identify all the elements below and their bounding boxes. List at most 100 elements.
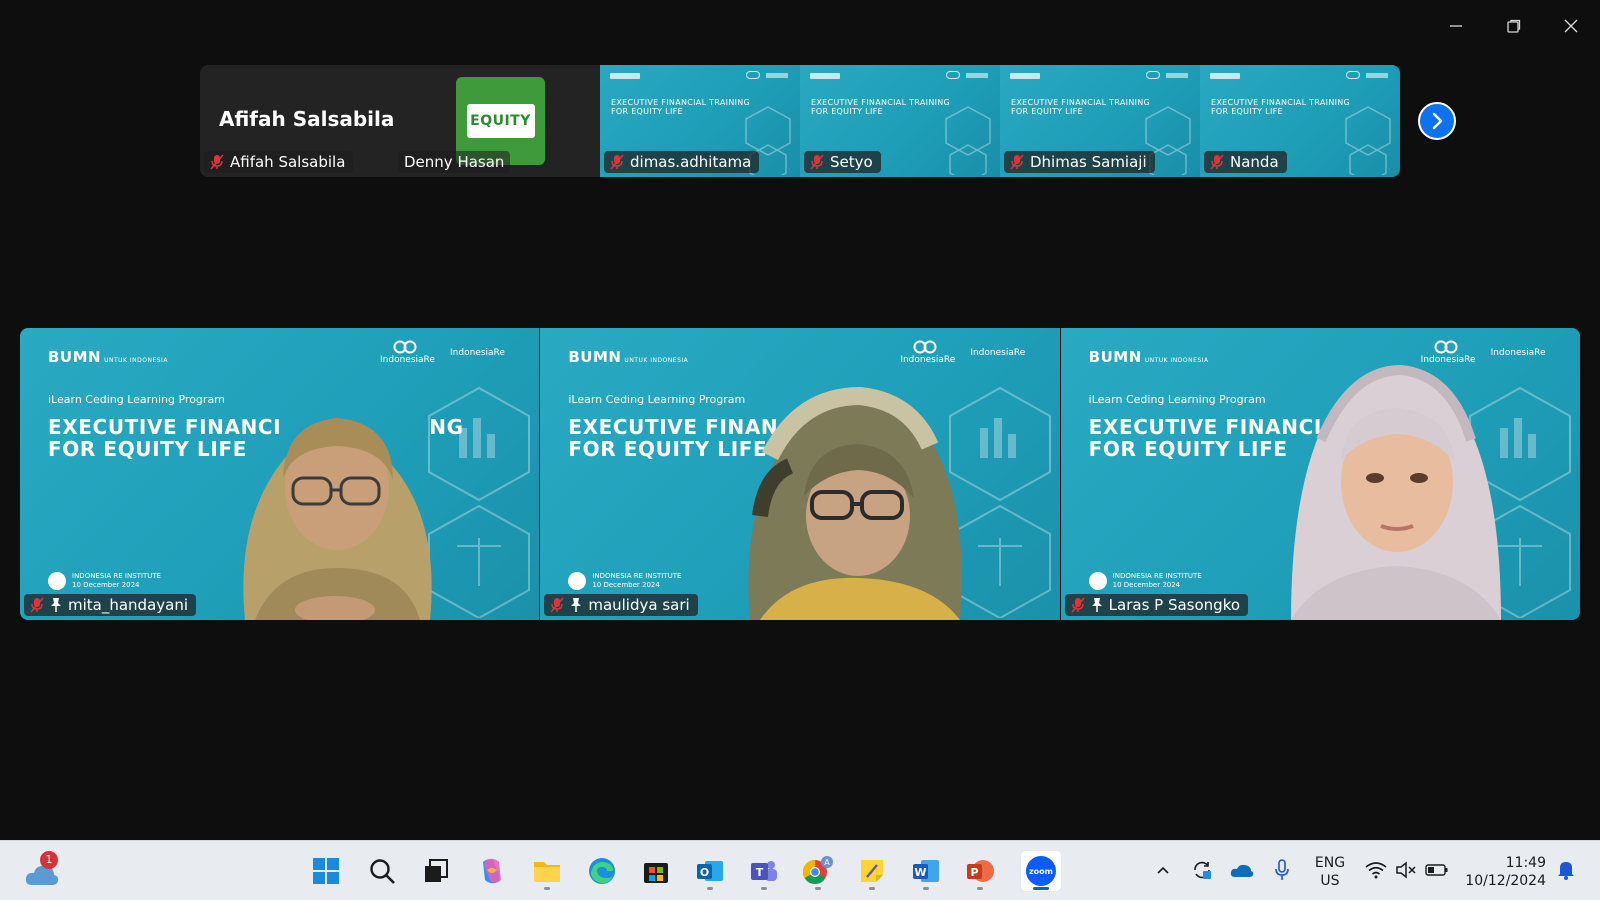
notification-badge: 1 xyxy=(40,851,58,869)
indonesiare-institute-logo: IndonesiaRe xyxy=(970,348,1026,358)
battery-tray-button[interactable] xyxy=(1424,857,1450,883)
program-name: iLearn Ceding Learning Program xyxy=(568,393,746,406)
bumn-logo: BUMN UNTUK INDONESIA xyxy=(1089,348,1209,366)
participant-tile-dhimas-samiaji[interactable]: EXECUTIVE FINANCIAL TRAINING FOR EQUITY … xyxy=(1000,65,1200,177)
running-indicator xyxy=(977,887,983,890)
running-indicator xyxy=(1033,887,1049,890)
slide-logo xyxy=(1166,73,1188,78)
store-icon xyxy=(644,863,668,883)
weather-widget[interactable]: 1 xyxy=(20,851,64,891)
taskbar-edge-button[interactable] xyxy=(582,851,622,891)
hexagon-pattern-icon xyxy=(1345,106,1391,175)
footer-date: 10 December 2024 xyxy=(592,581,660,589)
taskbar-search-button[interactable] xyxy=(362,851,402,891)
taskbar-copilot-button[interactable] xyxy=(472,851,512,891)
close-button[interactable] xyxy=(1549,10,1593,42)
onedrive-icon xyxy=(1230,864,1254,877)
slide-logo xyxy=(946,71,960,79)
svg-text:P: P xyxy=(970,866,978,879)
mic-muted-icon xyxy=(610,154,624,170)
indonesiare-rings-icon xyxy=(913,340,937,354)
svg-text:zoom: zoom xyxy=(1029,867,1053,876)
volume-muted-icon xyxy=(1396,861,1416,879)
participant-label-text: Setyo xyxy=(830,153,873,171)
running-indicator xyxy=(544,887,550,890)
bumn-logo-text: BUMN xyxy=(1088,348,1142,366)
pin-icon xyxy=(571,598,582,612)
microphone-tray-button[interactable] xyxy=(1269,857,1295,883)
video-tile-maulidya-sari[interactable]: BUMN UNTUK INDONESIA IndonesiaRe Indonesi… xyxy=(540,328,1060,620)
running-indicator xyxy=(761,887,767,890)
show-hidden-icons-button[interactable] xyxy=(1150,857,1176,883)
participant-label-text: Afifah Salsabila xyxy=(230,153,346,171)
svg-text:T: T xyxy=(756,866,764,879)
taskbar-chrome-button[interactable]: A xyxy=(798,851,838,891)
taskbar-zoom-button[interactable]: zoom xyxy=(1021,851,1061,891)
taskbar-word-button[interactable]: W xyxy=(906,851,946,891)
bumn-logo-subtext: UNTUK INDONESIA xyxy=(624,357,689,364)
teams-icon: T xyxy=(751,861,777,881)
bumn-logo: BUMN UNTUK INDONESIA xyxy=(48,348,168,366)
clock-date: 10/12/2024 xyxy=(1465,873,1546,889)
clock-time: 11:49 xyxy=(1505,855,1546,871)
participant-video xyxy=(215,368,455,620)
taskbar-start-button[interactable] xyxy=(306,851,346,891)
next-page-button[interactable] xyxy=(1418,102,1456,140)
running-indicator xyxy=(815,887,821,890)
participant-label-text: Nanda xyxy=(1230,153,1279,171)
footer-institute-name: INDONESIA RE INSTITUTE xyxy=(592,572,682,580)
sync-tray-button[interactable] xyxy=(1189,857,1215,883)
slide-logo xyxy=(1346,71,1360,79)
slide-title: EXECUTIVE FINANCIAL TRAINING FOR EQUITY … xyxy=(1211,98,1351,116)
input-language-indicator[interactable]: ENG US xyxy=(1310,854,1350,890)
svg-text:W: W xyxy=(914,866,926,879)
chevron-up-icon xyxy=(1157,866,1169,874)
participant-label-text: Dhimas Samiaji xyxy=(1030,153,1147,171)
folder-icon xyxy=(534,862,560,882)
minimize-button[interactable] xyxy=(1434,10,1478,42)
chevron-right-icon xyxy=(1432,112,1443,130)
taskbar-file-explorer-button[interactable] xyxy=(527,851,567,891)
slide-title: EXECUTIVE FINANCIAL TRAINING FOR EQUITY … xyxy=(611,98,751,116)
chrome-icon: A xyxy=(802,856,833,885)
slide-logo xyxy=(1210,73,1240,79)
bumn-logo-subtext: UNTUK INDONESIA xyxy=(104,357,168,364)
taskbar-clock[interactable]: 11:49 10/12/2024 xyxy=(1456,854,1546,890)
notification-center-button[interactable] xyxy=(1553,857,1579,883)
volume-tray-button[interactable] xyxy=(1393,857,1419,883)
running-indicator xyxy=(869,887,875,890)
restore-button[interactable] xyxy=(1492,10,1536,42)
battery-icon xyxy=(1425,864,1448,876)
bumn-logo-subtext: UNTUK INDONESIA xyxy=(1144,357,1209,364)
participant-tile-setyo[interactable]: EXECUTIVE FINANCIAL TRAINING FOR EQUITY … xyxy=(800,65,1000,177)
participant-tile-dimas-adhitama[interactable]: EXECUTIVE FINANCIAL TRAINING FOR EQUITY … xyxy=(600,65,800,177)
participant-tile-nanda[interactable]: EXECUTIVE FINANCIAL TRAINING FOR EQUITY … xyxy=(1200,65,1400,177)
bumn-logo: BUMN UNTUK INDONESIA xyxy=(568,348,688,366)
minimize-icon xyxy=(1450,25,1462,27)
restore-icon xyxy=(1507,19,1521,33)
video-tile-laras-p-sasongko[interactable]: BUMN UNTUK INDONESIA IndonesiaRe Indonesi… xyxy=(1060,328,1580,620)
taskbar-task-view-button[interactable] xyxy=(416,851,456,891)
taskbar-sticky-notes-button[interactable] xyxy=(852,851,892,891)
participant-label: maulidya sari xyxy=(544,594,698,616)
onedrive-tray-button[interactable] xyxy=(1229,857,1255,883)
slide-logo xyxy=(966,73,988,78)
institute-footer: INDONESIA RE INSTITUTE 10 December 2024 xyxy=(1088,572,1202,590)
taskbar-teams-button[interactable]: T xyxy=(744,851,784,891)
taskbar-outlook-button[interactable]: O xyxy=(690,851,730,891)
video-tile-mita-handayani[interactable]: BUMN UNTUK INDONESIA IndonesiaRe Indonesi… xyxy=(20,328,540,620)
wifi-tray-button[interactable] xyxy=(1363,857,1389,883)
indonesiare-logo-text: IndonesiaRe xyxy=(900,355,956,365)
keyboard-layout: US xyxy=(1320,873,1340,889)
taskbar-powerpoint-button[interactable]: P xyxy=(960,851,1000,891)
participant-video xyxy=(1290,350,1501,620)
language-code: ENG xyxy=(1314,855,1346,871)
participant-tile-afifah[interactable]: Afifah Salsabila EQUITY Afifah Salsabila… xyxy=(200,65,600,177)
edge-icon xyxy=(589,858,615,884)
institute-logo-icon xyxy=(568,572,587,590)
taskbar-store-button[interactable] xyxy=(636,851,676,891)
participant-label: mita_handayani xyxy=(24,594,197,616)
mic-muted-icon xyxy=(550,597,564,613)
participant-label: Setyo xyxy=(804,151,881,173)
bell-icon xyxy=(1558,862,1574,880)
